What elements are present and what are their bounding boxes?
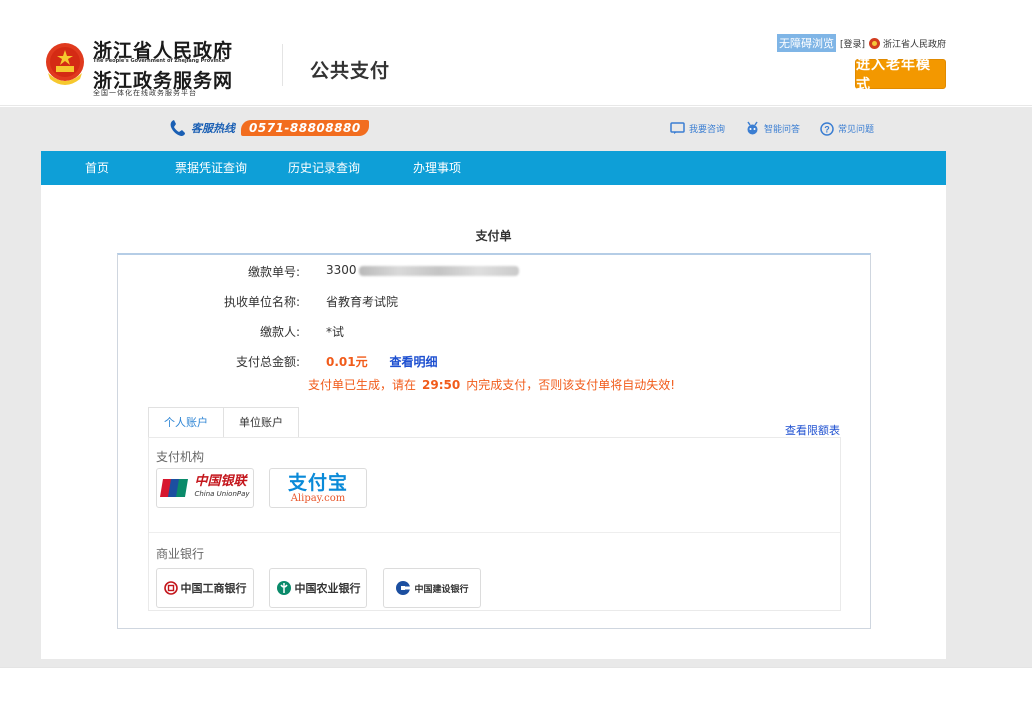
abc-name: 中国农业银行 <box>294 582 361 595</box>
total-amount-label: 支付总金额: <box>235 355 300 369</box>
consult-label: 我要咨询 <box>689 125 726 135</box>
collecting-unit-value: 省教育考试院 <box>326 295 399 309</box>
gov-link[interactable]: 浙江省人民政府 <box>883 37 946 50</box>
gov-emblem-icon <box>868 37 880 49</box>
chat-icon <box>670 122 685 134</box>
nav-item-receipt-query[interactable]: 票据凭证查询 <box>175 151 247 185</box>
collecting-unit-row: 执收单位名称: 省教育考试院 <box>118 293 398 310</box>
hotline-label: 客服热线 <box>191 122 235 135</box>
alipay-name-en: Alipay.com <box>290 492 346 504</box>
page-title: 公共支付 <box>310 60 391 82</box>
header-divider <box>282 44 283 86</box>
payment-methods-panel: 支付机构 中国银联 China UnionPay 支付宝 Alipay.com <box>148 437 841 611</box>
abc-option[interactable]: 中国农业银行 <box>269 568 367 608</box>
smart-qa-link[interactable]: 智能问答 <box>745 121 800 136</box>
consult-link[interactable]: 我要咨询 <box>670 122 725 135</box>
countdown-time: 29:50 <box>422 378 461 392</box>
elder-mode-button[interactable]: 进入老年模式 <box>855 57 946 93</box>
alipay-name: 支付宝 <box>287 471 348 494</box>
accessible-browse-link[interactable]: 无障碍浏览 <box>776 34 836 52</box>
site-header: 浙江省人民政府 The People's Government of Zheji… <box>0 0 1032 106</box>
gov-name-en: The People's Government of Zhejiang Prov… <box>93 58 226 64</box>
national-emblem-icon <box>46 43 84 85</box>
ccb-logo-icon <box>396 581 412 595</box>
view-limits-link[interactable]: 查看限额表 <box>785 422 840 438</box>
main-nav: 首页 票据凭证查询 历史记录查询 办理事项 <box>41 151 946 185</box>
page-footer <box>0 667 1032 720</box>
payer-label: 缴款人: <box>259 325 300 339</box>
collecting-unit-label: 执收单位名称: <box>223 295 300 309</box>
institutions-label: 支付机构 <box>156 450 205 464</box>
payer-value: *试 <box>326 325 345 339</box>
hotline-number: 0571-88808880 <box>241 120 369 136</box>
order-number-label: 缴款单号: <box>247 265 300 279</box>
icbc-logo-icon <box>163 581 178 595</box>
ccb-name: 中国建设银行 <box>414 584 469 595</box>
payment-deadline-notice: 支付单已生成，请在 29:50 内完成支付，否则该支付单将自动失效! <box>308 378 676 392</box>
abc-logo-icon <box>276 581 291 595</box>
alipay-option[interactable]: 支付宝 Alipay.com <box>269 468 367 508</box>
question-icon: ? <box>820 121 834 136</box>
service-links: 我要咨询 智能问答 ? 常见问题 <box>670 121 894 136</box>
faq-label: 常见问题 <box>838 125 875 135</box>
top-links: 无障碍浏览 [登录] 浙江省人民政府 <box>776 34 946 52</box>
payer-row: 缴款人: *试 <box>118 323 344 340</box>
main-panel: 支付单 缴款单号: 3300 执收单位名称: 省教育考试院 缴款人: *试 支付… <box>41 185 946 659</box>
smart-qa-label: 智能问答 <box>764 125 801 135</box>
nav-item-home[interactable]: 首页 <box>85 151 109 185</box>
tab-personal-account[interactable]: 个人账户 <box>148 407 224 438</box>
unionpay-name: 中国银联 <box>194 474 247 489</box>
unionpay-option[interactable]: 中国银联 China UnionPay <box>156 468 254 508</box>
view-details-link[interactable]: 查看明细 <box>389 355 437 369</box>
tab-business-account[interactable]: 单位账户 <box>224 407 299 438</box>
total-amount-row: 支付总金额: 0.01元 查看明细 <box>118 353 438 370</box>
payment-order-box: 缴款单号: 3300 执收单位名称: 省教育考试院 缴款人: *试 支付总金额:… <box>117 253 871 629</box>
order-number-row: 缴款单号: 3300 <box>118 263 519 280</box>
account-tabs: 个人账户 单位账户 <box>148 407 299 438</box>
slogan: 全国一体化在线政务服务平台 <box>93 89 197 97</box>
section-divider <box>149 532 840 533</box>
hotline: 客服热线 0571-88808880 <box>168 118 369 138</box>
nav-item-services[interactable]: 办理事项 <box>413 151 461 185</box>
nav-item-history[interactable]: 历史记录查询 <box>288 151 360 185</box>
ccb-option[interactable]: 中国建设银行 <box>383 568 481 608</box>
unionpay-name-en: China UnionPay <box>194 490 250 498</box>
banks-label: 商业银行 <box>156 547 205 561</box>
order-title: 支付单 <box>475 229 512 243</box>
order-number-value: 3300 <box>326 263 519 280</box>
phone-icon <box>170 120 185 136</box>
login-link[interactable]: [登录] <box>840 37 865 50</box>
unionpay-logo-icon <box>160 479 189 497</box>
svg-text:?: ? <box>824 124 830 134</box>
total-amount-value: 0.01元 <box>326 355 368 369</box>
icbc-option[interactable]: 中国工商银行 <box>156 568 254 608</box>
icbc-name: 中国工商银行 <box>180 582 247 595</box>
redacted-blur <box>358 265 519 276</box>
robot-icon <box>747 121 758 135</box>
faq-link[interactable]: ? 常见问题 <box>820 121 875 136</box>
